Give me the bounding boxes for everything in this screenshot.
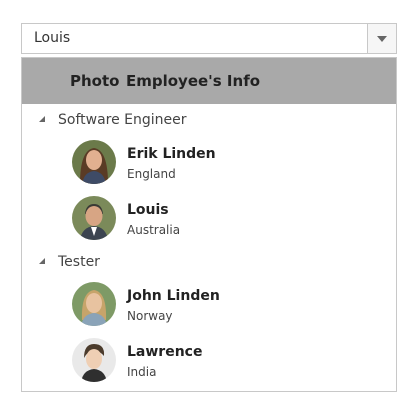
employee-name: John Linden [127,288,220,304]
avatar [72,196,116,240]
employee-location: Australia [127,223,181,237]
list-item[interactable]: Louis Australia [22,196,396,248]
list-item[interactable]: Lawrence India [22,338,396,390]
avatar [72,140,116,184]
group-tester[interactable]: Tester [22,252,396,276]
combo-selected-value: Louis [34,30,71,46]
list-item[interactable]: Erik Linden England [22,140,396,192]
header-info-label: Employee's Info [126,72,261,90]
group-software-engineer[interactable]: Software Engineer [22,110,396,134]
employee-name: Louis [127,202,169,218]
header-photo-label: Photo [70,72,120,90]
employee-combobox[interactable]: Louis [21,23,397,54]
dropdown-button[interactable] [367,24,396,53]
avatar [72,282,116,326]
chevron-down-icon [377,36,387,42]
employee-location: Norway [127,309,173,323]
collapse-caret-icon[interactable] [39,258,45,264]
list-item[interactable]: John Linden Norway [22,282,396,334]
collapse-caret-icon[interactable] [39,116,45,122]
avatar [72,338,116,382]
dropdown-popup: Photo Employee's Info Software Engineer … [21,57,397,392]
group-label: Tester [58,254,100,270]
employee-name: Lawrence [127,344,203,360]
employee-name: Erik Linden [127,146,216,162]
popup-header: Photo Employee's Info [22,58,396,104]
group-label: Software Engineer [58,112,187,128]
employee-location: England [127,167,176,181]
employee-location: India [127,365,157,379]
